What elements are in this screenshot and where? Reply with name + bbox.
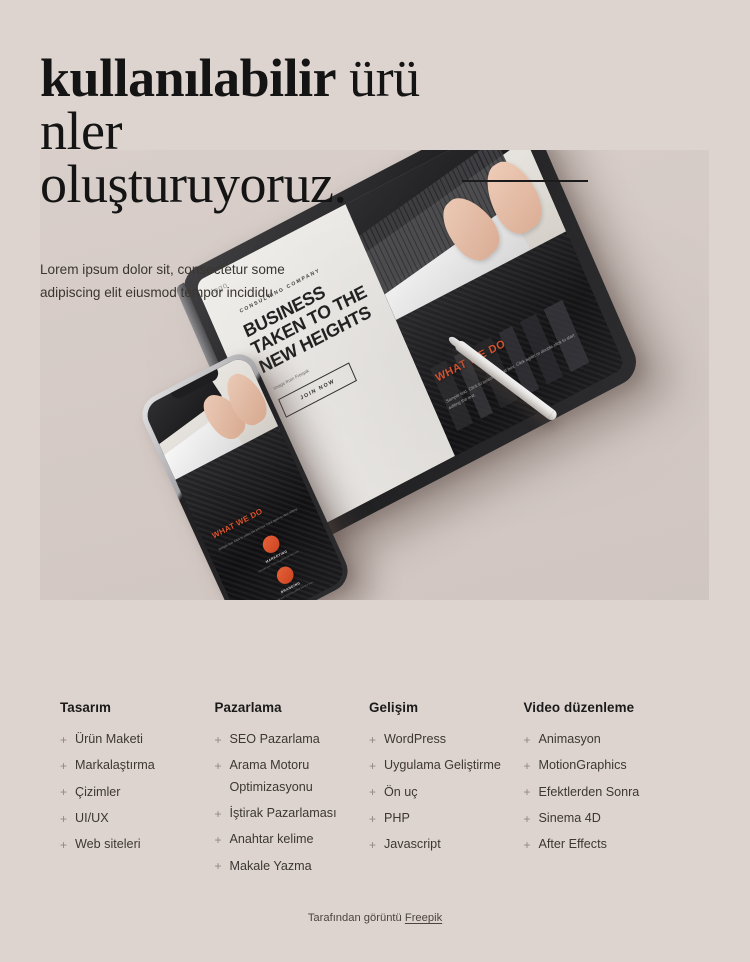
plus-icon: + — [60, 732, 68, 747]
list-item-label: Optimizasyonu — [229, 779, 313, 794]
heading-divider-rule — [462, 180, 588, 182]
list-item[interactable]: + Anahtar kelime — [214, 832, 370, 847]
column-title: Pazarlama — [214, 700, 282, 715]
list-item[interactable]: + UI/UX — [60, 811, 215, 826]
phone-what-we-do-title: WHAT WE DO — [210, 506, 264, 541]
list-item-label: Makale Yazma — [229, 858, 312, 873]
page-title-line-1-rest: ürü — [336, 48, 420, 108]
tablet-join-now-button[interactable]: JOIN NOW — [278, 362, 358, 418]
column-list: + Animasyon + MotionGraphics + Efektlerd… — [523, 732, 691, 852]
column-list: + SEO Pazarlama + Arama Motoru Optimizas… — [214, 732, 370, 874]
page-title-emphasis: kullanılabilir — [40, 48, 337, 108]
plus-icon: + — [369, 758, 377, 773]
page-root: logo CONSULTING COMPANY BUSINESS TAKEN T… — [0, 0, 750, 962]
plus-icon: + — [60, 785, 68, 800]
list-item[interactable]: + Web siteleri — [60, 837, 215, 852]
list-item-label: MotionGraphics — [538, 758, 627, 773]
plus-icon: + — [60, 758, 68, 773]
list-item[interactable]: + Javascript — [369, 837, 524, 852]
image-credit: Tarafından görüntü Freepik — [0, 912, 750, 924]
list-item[interactable]: + PHP — [369, 811, 524, 826]
list-item-label: Markalaştırma — [75, 758, 155, 773]
list-item-continuation[interactable]: Optimizasyonu — [215, 779, 370, 795]
list-item-label: Çizimler — [75, 784, 121, 799]
column-title: Gelişim — [369, 700, 419, 715]
plus-icon: + — [523, 837, 531, 852]
list-item[interactable]: + Arama Motoru — [214, 758, 370, 773]
column-title: Video düzenleme — [523, 700, 635, 715]
image-credit-text: Tarafından görüntü — [307, 912, 405, 924]
plus-icon: + — [523, 785, 531, 800]
list-item-label: İştirak Pazarlaması — [229, 806, 337, 821]
plus-icon: + — [523, 758, 531, 773]
list-item[interactable]: + MotionGraphics — [523, 758, 691, 773]
plus-icon: + — [214, 732, 222, 747]
list-item[interactable]: + WordPress — [369, 732, 524, 747]
freepik-link[interactable]: Freepik — [405, 912, 442, 924]
list-item-label: Arama Motoru — [229, 758, 310, 773]
services-column-development: Gelişim + WordPress + Uygulama Geliştirm… — [369, 700, 524, 886]
list-item[interactable]: + Makale Yazma — [214, 858, 370, 874]
list-item[interactable]: + Animasyon — [523, 732, 691, 747]
plus-icon: + — [60, 811, 68, 826]
plus-icon: + — [523, 811, 531, 826]
plus-icon: + — [523, 732, 531, 747]
list-item-label: UI/UX — [75, 811, 109, 826]
plus-icon: + — [369, 785, 377, 800]
plus-icon: + — [369, 732, 377, 747]
plus-icon: + — [214, 859, 222, 874]
list-item[interactable]: + SEO Pazarlama — [214, 732, 370, 747]
column-list: + Ürün Maketi + Markalaştırma + Çizimler… — [60, 732, 215, 852]
plus-icon: + — [369, 811, 377, 826]
list-item-label: Animasyon — [538, 732, 601, 746]
list-item[interactable]: + İştirak Pazarlaması — [214, 806, 370, 821]
services-columns: Tasarım + Ürün Maketi + Markalaştırma + … — [0, 700, 750, 886]
list-item-label: Uygulama Geliştirme — [384, 758, 501, 773]
list-item-label: Efektlerden Sonra — [538, 784, 640, 799]
list-item-label: Sinema 4D — [538, 811, 601, 826]
plus-icon: + — [214, 806, 222, 821]
list-item-label: Ön uç — [384, 784, 418, 799]
list-item-label: Web siteleri — [75, 837, 141, 852]
plus-icon: + — [369, 837, 377, 852]
list-item-label: SEO Pazarlama — [229, 732, 320, 746]
services-column-video-editing: Video düzenleme + Animasyon + MotionGrap… — [524, 700, 691, 886]
list-item[interactable]: + Efektlerden Sonra — [523, 784, 691, 800]
list-item-label: WordPress — [384, 732, 447, 746]
list-item[interactable]: + Markalaştırma — [60, 758, 215, 773]
list-item[interactable]: + Çizimler — [60, 784, 215, 800]
list-item-label: After Effects — [538, 837, 607, 852]
list-item[interactable]: + After Effects — [523, 837, 691, 852]
hero-section: logo CONSULTING COMPANY BUSINESS TAKEN T… — [0, 0, 750, 660]
list-item-label: Anahtar kelime — [229, 832, 314, 847]
list-item[interactable]: + Ön uç — [369, 784, 524, 800]
hero-device-mockup-image: logo CONSULTING COMPANY BUSINESS TAKEN T… — [40, 150, 709, 600]
column-title: Tasarım — [60, 700, 112, 715]
hero-lede-paragraph: Lorem ipsum dolor sit, consectetur some … — [40, 262, 285, 300]
list-item-label: Javascript — [384, 837, 441, 852]
list-item[interactable]: + Ürün Maketi — [60, 732, 215, 747]
services-column-marketing: Pazarlama + SEO Pazarlama + Arama Motoru… — [215, 700, 370, 886]
list-item[interactable]: + Sinema 4D — [523, 811, 691, 826]
plus-icon: + — [60, 837, 68, 852]
plus-icon: + — [214, 758, 222, 773]
list-item[interactable]: + Uygulama Geliştirme — [369, 758, 524, 773]
list-item-label: Ürün Maketi — [75, 732, 143, 746]
plus-icon: + — [214, 832, 222, 847]
column-list: + WordPress + Uygulama Geliştirme + Ön u… — [369, 732, 524, 852]
services-column-design: Tasarım + Ürün Maketi + Markalaştırma + … — [60, 700, 215, 886]
list-item-label: PHP — [384, 811, 410, 826]
